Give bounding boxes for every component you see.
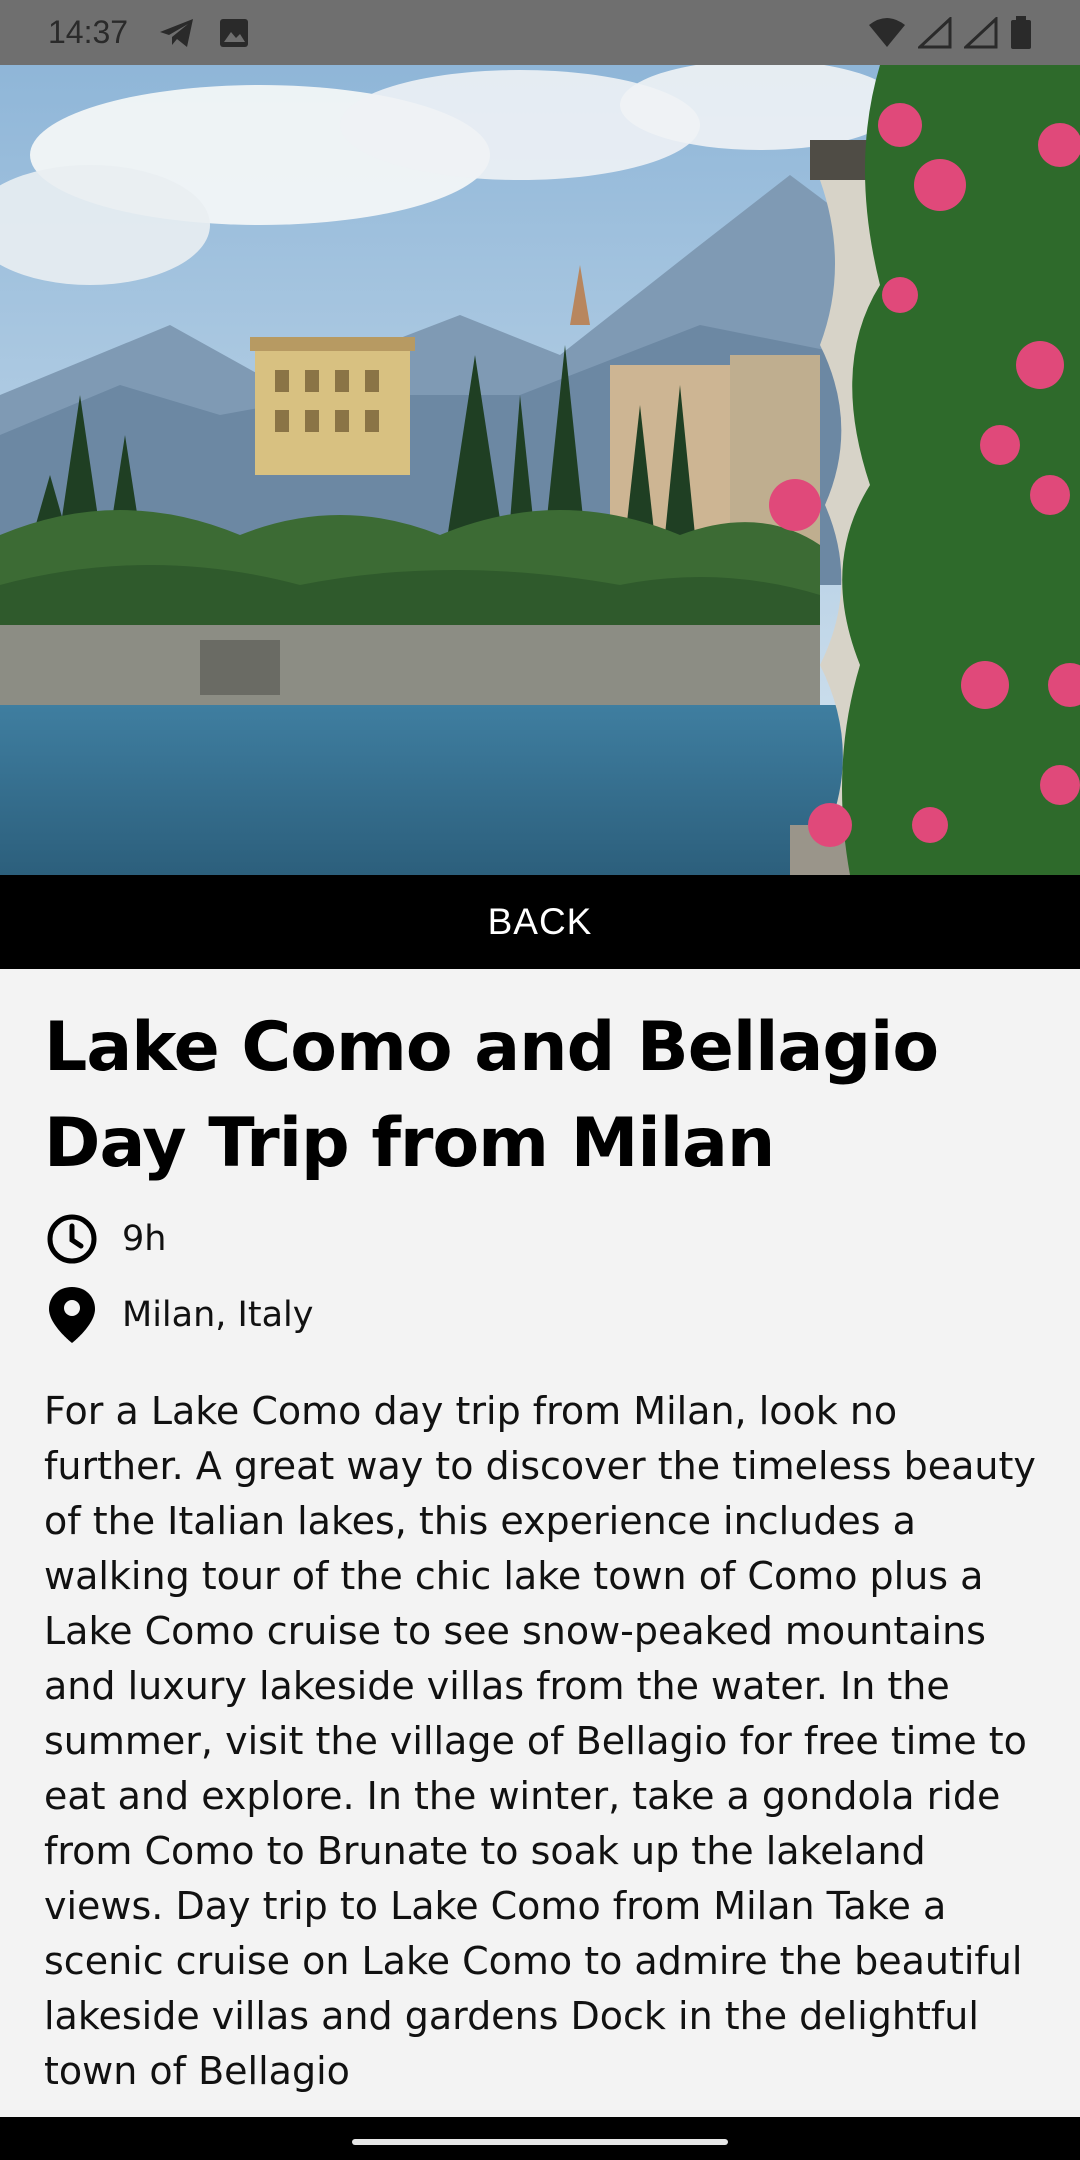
status-right-icons — [868, 15, 1032, 50]
image-icon — [220, 18, 249, 47]
tour-description: For a Lake Como day trip from Milan, loo… — [44, 1389, 1036, 2093]
location-row: Milan, Italy — [44, 1280, 1044, 1350]
hero-image — [0, 65, 1080, 875]
home-gesture-handle[interactable] — [352, 2139, 728, 2145]
wifi-icon — [869, 17, 905, 47]
telegram-icon — [160, 18, 194, 47]
status-left-icons — [158, 17, 250, 49]
signal-icon — [964, 16, 998, 48]
duration-row: 9h — [44, 1204, 1044, 1274]
battery-icon — [1011, 15, 1031, 49]
status-time: 14:37 — [48, 14, 129, 50]
lake-como-photo — [0, 65, 1080, 875]
back-button-label: BACK — [487, 901, 593, 942]
navigation-bar — [0, 2117, 1080, 2160]
location-pin-icon — [44, 1287, 100, 1343]
tour-title: Lake Como and Bellagio Day Trip from Mil… — [44, 1008, 939, 1183]
back-button[interactable]: BACK — [0, 875, 1080, 969]
tour-details: Lake Como and Bellagio Day Trip from Mil… — [44, 1000, 1044, 2099]
clock-icon — [44, 1211, 100, 1267]
signal-icon — [918, 16, 952, 48]
tour-duration: 9h — [122, 1219, 167, 1259]
tour-location: Milan, Italy — [122, 1295, 314, 1335]
status-bar: 14:37 — [0, 0, 1080, 65]
